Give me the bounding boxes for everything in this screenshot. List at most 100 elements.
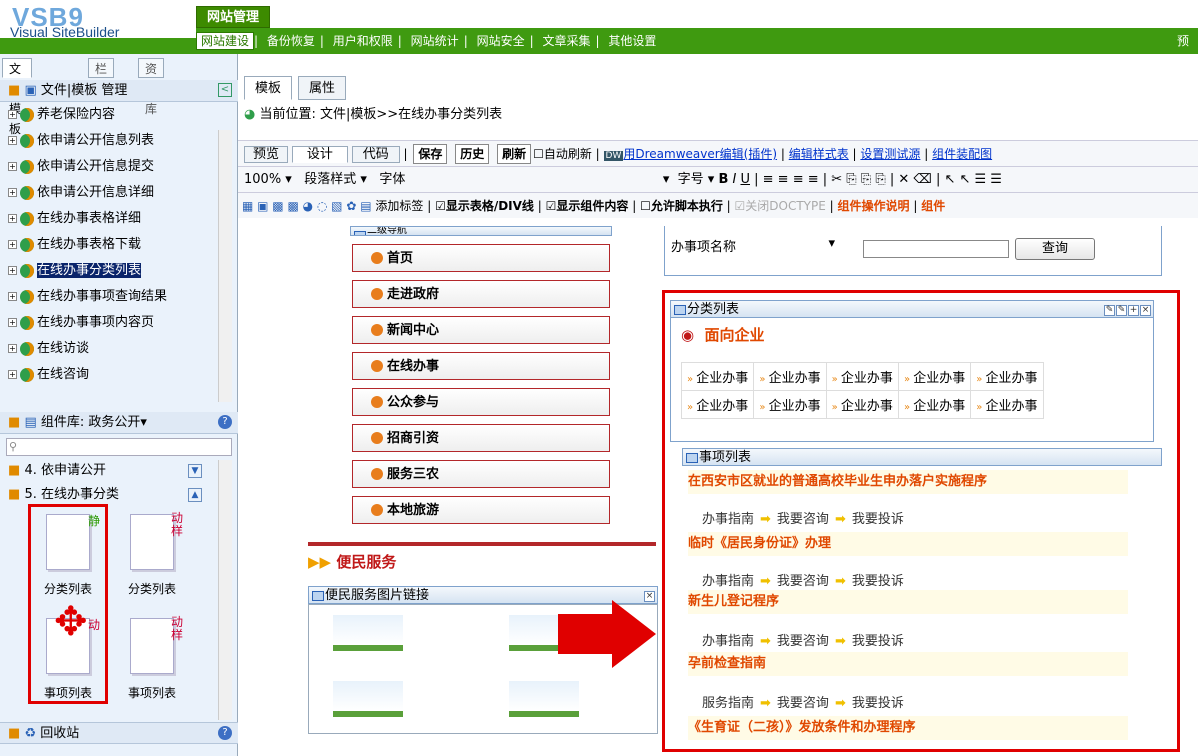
bold-icon[interactable]: B <box>718 172 728 187</box>
query-button[interactable]: 查询 <box>1015 238 1095 260</box>
show-component-label: 显示组件内容 <box>556 199 629 213</box>
tree-item[interactable]: + 在线办事事项查询结果 <box>8 284 218 310</box>
help-icon[interactable]: ? <box>218 415 232 429</box>
chevrons-icon: ▶▶ <box>308 553 332 571</box>
component-search-input[interactable]: ⚲ <box>6 438 232 456</box>
nav-participation[interactable]: 公众参与 <box>352 388 610 416</box>
nav-other[interactable]: 其他设置 <box>603 34 661 48</box>
tab-preview[interactable]: 预览 <box>244 146 289 163</box>
tree-item[interactable]: + 在线访谈 <box>8 336 218 362</box>
design-canvas: 二级导航 首页 走进政府 新闻中心 在线办事 公众参与 招商引资 服务三农 本地… <box>238 226 1198 756</box>
tab-design[interactable]: 设计 <box>291 146 348 163</box>
tree-scrollbar[interactable] <box>218 130 232 402</box>
history-button[interactable]: 历史 <box>455 144 490 164</box>
tree-item[interactable]: + 在线办事表格详细 <box>8 206 218 232</box>
component-link[interactable]: 组件 <box>921 199 945 213</box>
allow-script-checkbox[interactable]: ☐ <box>640 199 651 213</box>
show-table-checkbox[interactable]: ☑ <box>435 199 446 213</box>
edit-stylesheet-link[interactable]: 编辑样式表 <box>789 147 849 161</box>
auto-refresh-checkbox[interactable]: ☐ <box>533 147 544 161</box>
dropdown-arrow-icon[interactable]: ▾ <box>140 415 147 430</box>
tab-site-management[interactable]: 网站管理 <box>196 6 270 28</box>
search-icon: ⚲ <box>9 440 18 453</box>
tab-template[interactable]: 模板 <box>244 76 293 100</box>
nav-right-corner[interactable]: 预 <box>1172 28 1194 54</box>
insert-icons[interactable]: ▦ ▣ ▩ ▩ ◕ ◌ ▧ ✿ ▤ <box>238 199 372 213</box>
dreamweaver-icon: DW <box>603 151 624 161</box>
help-icon[interactable]: ? <box>218 726 232 740</box>
tab-code[interactable]: 代码 <box>351 146 400 163</box>
underline-icon[interactable]: U <box>740 172 750 187</box>
tree-item[interactable]: + 依申请公开信息列表 <box>8 128 218 154</box>
collapse-left-icon[interactable]: < <box>218 83 232 97</box>
nav-government[interactable]: 走进政府 <box>352 280 610 308</box>
save-button[interactable]: 保存 <box>413 144 448 164</box>
component-lib-header: ■ ▤ 组件库: 政务公开▾ ? <box>0 412 238 434</box>
tab-columns[interactable]: 栏目 <box>88 58 115 96</box>
item-name-select[interactable]: 办事项名称 ▾ <box>671 236 835 255</box>
picture-link-image[interactable] <box>333 681 403 717</box>
group-item[interactable]: ■ 4. 依申请公开 ▼ <box>8 460 208 482</box>
tree-item[interactable]: + 依申请公开信息提交 <box>8 154 218 180</box>
font-select[interactable]: 字体 ▾ <box>379 167 669 192</box>
italic-icon[interactable]: I <box>733 172 737 187</box>
paragraph-style-select[interactable]: 段落样式 ▾ <box>304 172 367 187</box>
minus-icon[interactable]: ■ <box>8 83 20 98</box>
font-size-select[interactable]: 字号 ▾ <box>678 172 715 187</box>
tab-properties[interactable]: 属性 <box>298 76 347 100</box>
tree-item[interactable]: + 在线办事事项内容页 <box>8 310 218 336</box>
nav-backup[interactable]: 备份恢复 <box>262 34 320 48</box>
zoom-select[interactable]: 100% ▾ <box>238 172 292 187</box>
tree-item[interactable]: + 养老保险内容 <box>8 102 218 128</box>
bullet-icon <box>371 360 383 372</box>
dreamweaver-link[interactable]: 用Dreamweaver编辑(插件) <box>623 147 777 161</box>
assembly-diagram-link[interactable]: 组件装配图 <box>932 147 992 161</box>
file-section-title: 文件|模板 管理 <box>40 83 128 98</box>
nav-users[interactable]: 用户和权限 <box>328 34 398 48</box>
test-source-link[interactable]: 设置测试源 <box>860 147 920 161</box>
component-icon: ▤ <box>24 415 37 430</box>
auto-refresh-label: 自动刷新 <box>543 147 592 161</box>
tree-item[interactable]: + 在线办事表格下载 <box>8 232 218 258</box>
nav-home[interactable]: 首页 <box>352 244 610 272</box>
group-item[interactable]: ■ 5. 在线办事分类 ▲ <box>8 484 208 506</box>
nav-investment[interactable]: 招商引资 <box>352 424 610 452</box>
tree-item[interactable]: + 依申请公开信息详细 <box>8 180 218 206</box>
tab-files[interactable]: 文件|模板 <box>2 58 33 136</box>
component-category-list-dynamic[interactable]: 动样 分类列表 <box>118 510 186 598</box>
nav-security[interactable]: 网站安全 <box>472 34 530 48</box>
component-thumbnail-icon <box>130 514 174 570</box>
recycle-header[interactable]: ■ ♻ 回收站 ? <box>0 722 238 744</box>
picture-link-image[interactable] <box>333 615 403 651</box>
nav-collect[interactable]: 文章采集 <box>537 34 595 48</box>
top-nav: 网站建设 | 备份恢复 | 用户和权限 | 网站统计 | 网站安全 | 文章采集 | 其他设… <box>196 28 1198 54</box>
nav-tourism[interactable]: 本地旅游 <box>352 496 610 524</box>
tree-item[interactable]: + 在线咨询 <box>8 362 218 388</box>
show-component-checkbox[interactable]: ☑ <box>546 199 557 213</box>
nav-agriculture[interactable]: 服务三农 <box>352 460 610 488</box>
nav-news[interactable]: 新闻中心 <box>352 316 610 344</box>
recycle-title: 回收站 <box>40 726 80 741</box>
arrow-head-icon <box>612 600 656 668</box>
align-icons[interactable]: | ≡ ≡ ≡ ≡ | ✂ ⎘ ⎘ ⎘ | ✕ ⌫ | ↖ ↖ ☰ ☰ <box>754 172 1002 187</box>
picture-link-image[interactable] <box>509 681 579 717</box>
nav-site-build[interactable]: 网站建设 <box>196 32 255 50</box>
component-help-link[interactable]: 组件操作说明 <box>838 199 910 213</box>
tab-library[interactable]: 资料库 <box>138 58 165 116</box>
minus-icon[interactable]: ■ <box>8 415 20 430</box>
expand-icon[interactable]: ▼ <box>188 464 202 478</box>
component-scrollbar[interactable] <box>218 460 232 720</box>
nav-online-service[interactable]: 在线办事 <box>352 352 610 380</box>
refresh-button[interactable]: 刷新 <box>497 144 532 164</box>
collapse-icon[interactable]: ▲ <box>188 488 202 502</box>
query-input[interactable] <box>863 240 1009 258</box>
plus-icon[interactable]: ■ <box>8 726 20 741</box>
editor-toolbar-2: 100% ▾ 段落样式 ▾ 字体 ▾ 字号 ▾ B I U | ≡ ≡ ≡ ≡ |… <box>238 166 1198 192</box>
component-lib-title[interactable]: 组件库: 政务公开 <box>41 415 141 430</box>
page-icon <box>20 133 34 148</box>
tree-item-selected[interactable]: + 在线办事分类列表 <box>8 258 218 284</box>
component-item-list-dynamic-style[interactable]: 动样 事项列表 <box>118 614 186 702</box>
nav-stats[interactable]: 网站统计 <box>406 34 464 48</box>
add-label-button[interactable]: 添加标签 <box>375 199 423 213</box>
close-doctype-checkbox[interactable]: ☑关闭DOCTYPE <box>735 199 826 213</box>
